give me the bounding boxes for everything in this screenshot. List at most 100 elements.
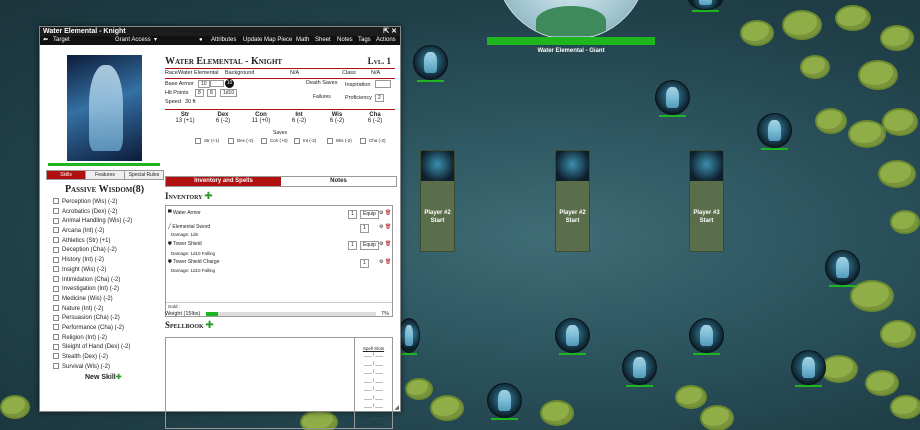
chevron-down-icon[interactable]: ▾ xyxy=(154,36,157,45)
skill-row[interactable]: Survival (Wis) (-2) xyxy=(53,363,158,373)
item-qty[interactable]: 1 xyxy=(348,210,357,219)
creature-token[interactable] xyxy=(689,318,724,355)
skill-row[interactable]: Intimidation (Cha) (-2) xyxy=(53,275,158,286)
save-checkbox[interactable] xyxy=(228,138,234,144)
math-button[interactable]: Math xyxy=(296,36,309,45)
ability-score[interactable]: 13 xyxy=(175,118,182,124)
tags-button[interactable]: Tags xyxy=(358,36,371,45)
trash-icon[interactable]: 🗑 xyxy=(385,210,391,217)
tab-notes[interactable]: Notes xyxy=(281,177,396,186)
skill-row[interactable]: Sleight of Hand (Dex) (-2) xyxy=(53,343,158,353)
creature-token[interactable] xyxy=(487,383,522,420)
gear-icon[interactable]: ⚙ xyxy=(379,224,383,231)
save-checkbox[interactable] xyxy=(261,138,267,144)
skill-row[interactable]: History (Int) (-2) xyxy=(53,256,158,266)
hp-max-input[interactable]: 8 xyxy=(207,89,216,97)
skill-row[interactable]: Persuasion (Cha) (-2) xyxy=(53,314,158,324)
hp-current-input[interactable]: 8 xyxy=(195,89,204,97)
actions-button[interactable]: Actions xyxy=(376,36,396,45)
skill-row[interactable]: Insight (Wis) (-2) xyxy=(53,266,158,276)
skill-row[interactable]: Investigation (Int) (-2) xyxy=(53,285,158,295)
inventory-item[interactable]: ╱ Elemental Sword 1 ⚙ 🗑 xyxy=(168,224,391,233)
player-start-tile[interactable]: Player #2 Start xyxy=(420,150,455,252)
notes-button[interactable]: Notes xyxy=(337,36,353,45)
add-item-icon[interactable]: ✚ xyxy=(204,191,212,202)
character-portrait[interactable] xyxy=(67,55,142,161)
creature-token[interactable] xyxy=(555,318,590,355)
save-checkbox[interactable] xyxy=(294,138,300,144)
class-value[interactable]: N/A xyxy=(371,69,380,78)
resize-handle-icon[interactable]: ◢ xyxy=(394,404,399,411)
attributes-button[interactable]: Attributes xyxy=(211,36,236,45)
new-skill-button[interactable]: New Skill✚ xyxy=(85,373,122,381)
spell-slot-row[interactable]: ___ / ___ xyxy=(355,402,392,411)
save-wis[interactable]: Wis (-2) xyxy=(327,138,352,144)
inventory-item[interactable]: ⛊ Tower Shield 1 Equip ⚙ 🗑 xyxy=(168,241,391,250)
equip-button[interactable]: Equip xyxy=(360,241,379,250)
trash-icon[interactable]: 🗑 xyxy=(385,241,391,248)
background-value[interactable]: N/A xyxy=(290,69,299,78)
proficiency-checkbox[interactable] xyxy=(53,295,59,302)
proficiency-checkbox[interactable] xyxy=(53,324,59,331)
skill-row[interactable]: Deception (Cha) (-2) xyxy=(53,246,158,256)
gear-icon[interactable]: ⚙ xyxy=(379,210,383,217)
skill-row[interactable]: Nature (Int) (-2) xyxy=(53,304,158,315)
creature-token[interactable] xyxy=(398,318,420,355)
sheet-button[interactable]: Sheet xyxy=(315,36,331,45)
skill-row[interactable]: Religion (Int) (-2) xyxy=(53,334,158,344)
save-checkbox[interactable] xyxy=(195,138,201,144)
add-spell-icon[interactable]: ✚ xyxy=(205,320,213,331)
gear-icon[interactable]: ⚙ xyxy=(379,241,383,248)
inventory-item[interactable]: ⛊ Tower Shield Charge 1 ⚙ 🗑 xyxy=(168,259,391,268)
save-str[interactable]: Str (+1) xyxy=(195,138,219,144)
save-con[interactable]: Con (+0) xyxy=(261,138,288,144)
trash-icon[interactable]: 🗑 xyxy=(385,224,391,231)
player-start-tile[interactable]: Player #2 Start xyxy=(555,150,590,252)
spell-slot-row[interactable]: ___ / ___ xyxy=(355,419,392,428)
proficiency-checkbox[interactable] xyxy=(53,353,59,360)
proficiency-checkbox[interactable] xyxy=(53,314,59,321)
grant-access-button[interactable]: Grant Access xyxy=(115,36,151,45)
tab-features[interactable]: Features xyxy=(85,170,125,180)
spell-slot-row[interactable]: ___ / ___ xyxy=(355,368,392,377)
proficiency-checkbox[interactable] xyxy=(53,285,59,292)
creature-token[interactable] xyxy=(413,45,448,82)
skill-row[interactable]: Acrobatics (Dex) (-2) xyxy=(53,208,158,218)
save-cha[interactable]: Cha (-2) xyxy=(360,138,386,144)
inspiration-input[interactable] xyxy=(375,80,391,88)
skill-row[interactable]: Stealth (Dex) (-2) xyxy=(53,353,158,363)
skill-row[interactable]: Medicine (Wis) (-2) xyxy=(53,295,158,305)
player-start-tile[interactable]: Player #3 Start xyxy=(689,150,724,252)
spell-slot-row[interactable]: ___ / ___ xyxy=(355,377,392,386)
creature-token[interactable] xyxy=(655,80,690,117)
spell-slot-row[interactable]: ___ / ___ xyxy=(355,411,392,420)
spell-slot-row[interactable]: ___ / ___ xyxy=(355,351,392,360)
close-icon[interactable]: ✕ xyxy=(391,28,397,35)
proficiency-checkbox[interactable] xyxy=(53,198,59,205)
ability-score[interactable]: 6 xyxy=(216,118,219,124)
tab-special-rules[interactable]: Special Rules xyxy=(124,170,164,180)
save-dex[interactable]: Dex (-2) xyxy=(228,138,253,144)
hit-dice-input[interactable]: 1d10 xyxy=(220,89,238,97)
proficiency-checkbox[interactable] xyxy=(53,227,59,234)
save-checkbox[interactable] xyxy=(360,138,366,144)
equip-button[interactable]: Equip xyxy=(360,210,379,219)
giant-token[interactable] xyxy=(495,0,647,40)
proficiency-checkbox[interactable] xyxy=(53,256,59,263)
spell-slot-row[interactable]: ___ / ___ xyxy=(355,394,392,403)
creature-token[interactable] xyxy=(825,250,860,287)
proficiency-checkbox[interactable] xyxy=(53,343,59,350)
proficiency-checkbox[interactable] xyxy=(53,363,59,370)
base-armor-bonus-input[interactable] xyxy=(210,80,224,87)
character-sheet-window[interactable]: Water Elemental - Knight ⇱ ✕ ⬅ Target Gr… xyxy=(39,26,401,429)
skill-row[interactable]: Athletics (Str) (+1) xyxy=(53,237,158,247)
skill-row[interactable]: Performance (Cha) (-2) xyxy=(53,324,158,334)
skill-row[interactable]: Perception (Wis) (-2) xyxy=(53,198,158,208)
tab-inventory-spells[interactable]: Inventory and Spells xyxy=(166,177,281,186)
spell-slot-row[interactable]: ___ / ___ xyxy=(355,360,392,369)
save-int[interactable]: Int (-2) xyxy=(294,138,316,144)
trash-icon[interactable]: 🗑 xyxy=(385,259,391,266)
base-armor-input[interactable]: 10 xyxy=(198,80,210,88)
speed-value[interactable]: 30 ft xyxy=(185,99,196,105)
proficiency-checkbox[interactable] xyxy=(53,334,59,341)
